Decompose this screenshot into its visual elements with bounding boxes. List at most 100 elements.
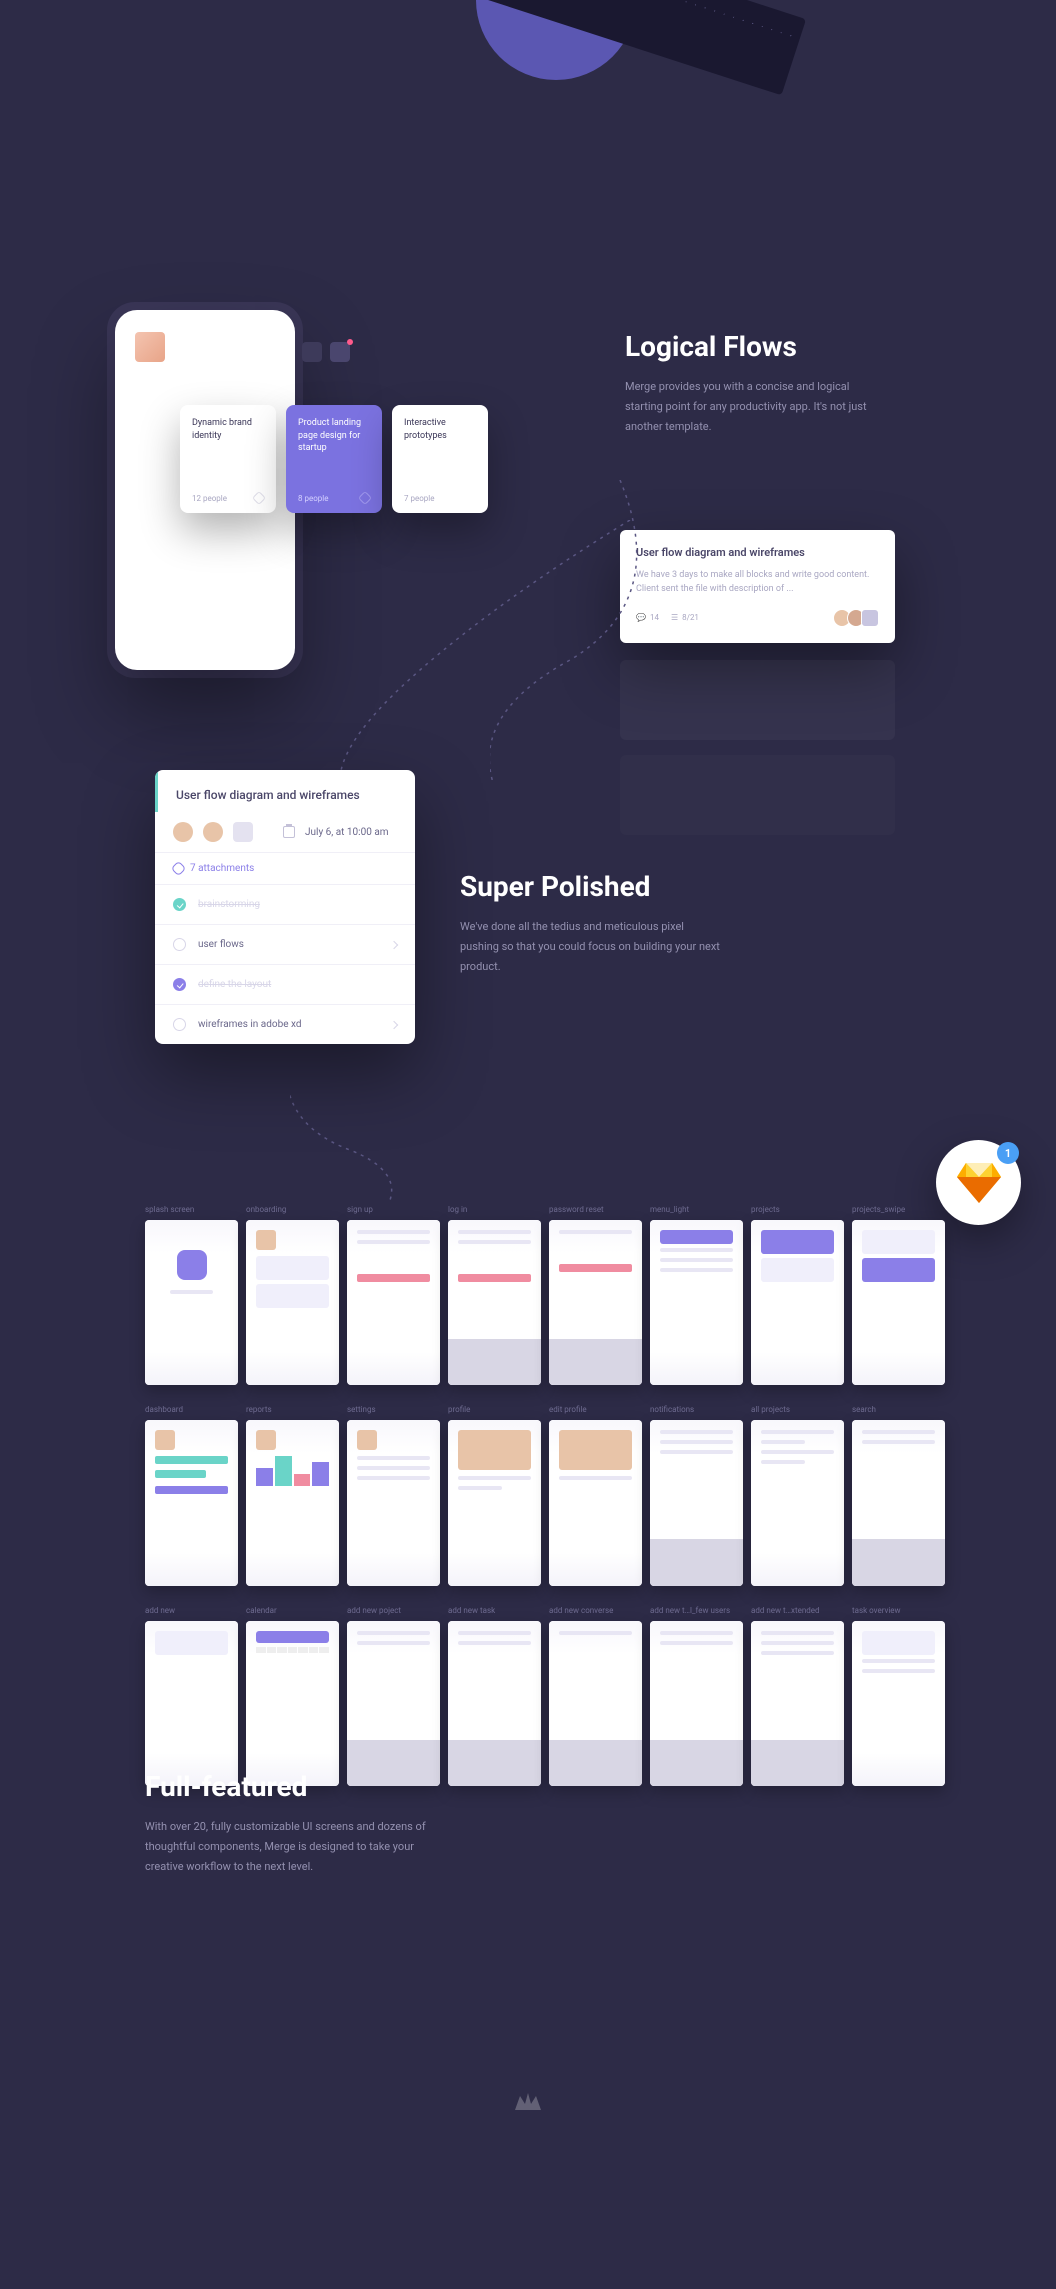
chevron-right-icon (390, 940, 398, 948)
checkbox-icon[interactable] (173, 1018, 186, 1031)
screen-label: edit profile (549, 1405, 642, 1414)
project-card-active[interactable]: Product landing page design for startup … (286, 405, 382, 513)
screen-thumbnail[interactable] (852, 1621, 945, 1786)
screen-thumbnail[interactable] (549, 1220, 642, 1385)
screen-thumbnail[interactable] (145, 1220, 238, 1385)
attachment-icon (252, 491, 266, 505)
screen-thumbnail[interactable] (246, 1420, 339, 1585)
sketch-badge[interactable]: 1 (936, 1140, 1021, 1225)
screen-thumbnail[interactable] (246, 1220, 339, 1385)
checklist-label: define the layout (198, 979, 271, 990)
screen-thumbnail[interactable] (246, 1621, 339, 1786)
section-body: With over 20, fully customizable UI scre… (145, 1817, 435, 1876)
section-heading: Full-featured (145, 1770, 435, 1803)
screen-label: dashboard (145, 1405, 238, 1414)
screen-label: notifications (650, 1405, 743, 1414)
screen-thumbnail[interactable] (448, 1420, 541, 1585)
card-people: 12 people (192, 494, 227, 503)
task-detail-card: User flow diagram and wireframes July 6,… (155, 770, 415, 1044)
section-body: Merge provides you with a concise and lo… (625, 377, 885, 436)
screen-label: all projects (751, 1405, 844, 1414)
card-title: Product landing page design for startup (298, 417, 370, 493)
card-people: 7 people (404, 494, 434, 503)
screen-label: onboarding (246, 1205, 339, 1214)
avatar (135, 332, 165, 362)
card-people: 8 people (298, 494, 328, 503)
screen-label: add new task (448, 1606, 541, 1615)
detail-title: User flow diagram and wireframes (176, 788, 397, 802)
project-cards-row: Dynamic brand identity 12 people Product… (180, 405, 488, 513)
screen-label: log in (448, 1205, 541, 1214)
screen-label: search (852, 1405, 945, 1414)
card-title: Interactive prototypes (404, 417, 476, 494)
screen-label: splash screen (145, 1205, 238, 1214)
merge-logo (515, 2090, 541, 2110)
grid-icon (302, 342, 322, 362)
section-heading: Super Polished (460, 870, 720, 903)
screen-label: projects_swipe (852, 1205, 945, 1214)
screen-label: settings (347, 1405, 440, 1414)
dotted-connector (290, 1040, 410, 1200)
screen-label: task overview (852, 1606, 945, 1615)
checklist-item[interactable]: brainstorming (155, 884, 415, 924)
screen-label: add new t…xtended (751, 1606, 844, 1615)
attachment-icon (358, 491, 372, 505)
screen-thumbnail[interactable] (448, 1220, 541, 1385)
add-assignee-button[interactable] (233, 822, 253, 842)
screen-thumbnail[interactable] (145, 1621, 238, 1786)
chevron-right-icon (390, 1020, 398, 1028)
screen-label: profile (448, 1405, 541, 1414)
project-card[interactable]: Dynamic brand identity 12 people (180, 405, 276, 513)
full-featured-text: Full-featured With over 20, fully custom… (145, 1770, 435, 1876)
screen-label: add new t…l_few users (650, 1606, 743, 1615)
screen-label: sign up (347, 1205, 440, 1214)
checklist-item[interactable]: define the layout (155, 964, 415, 1004)
screen-thumbnail[interactable] (549, 1621, 642, 1786)
screen-thumbnail[interactable] (650, 1420, 743, 1585)
bell-icon (330, 342, 350, 362)
checklist-item[interactable]: wireframes in adobe xd (155, 1004, 415, 1044)
screen-label: add new (145, 1606, 238, 1615)
screen-thumbnail[interactable] (347, 1621, 440, 1786)
checkbox-icon[interactable] (173, 898, 186, 911)
screens-grid: splash screen onboarding sign up log in pass… (145, 1205, 945, 1806)
detail-meta-row: July 6, at 10:00 am (155, 812, 415, 852)
screen-thumbnail[interactable] (347, 1220, 440, 1385)
screen-thumbnail[interactable] (751, 1621, 844, 1786)
screen-thumbnail[interactable] (347, 1420, 440, 1585)
screen-label: reports (246, 1405, 339, 1414)
avatar (173, 822, 193, 842)
project-card[interactable]: Interactive prototypes 7 people (392, 405, 488, 513)
screen-thumbnail[interactable] (650, 1220, 743, 1385)
screen-thumbnail[interactable] (650, 1621, 743, 1786)
screen-label: calendar (246, 1606, 339, 1615)
sketch-icon (957, 1163, 1001, 1203)
section-heading: Logical Flows (625, 330, 885, 363)
checkbox-icon[interactable] (173, 938, 186, 951)
task-date: July 6, at 10:00 am (305, 827, 389, 838)
screen-thumbnail[interactable] (145, 1420, 238, 1585)
checklist-label: wireframes in adobe xd (198, 1019, 302, 1030)
calendar-icon (283, 826, 295, 838)
checkbox-icon[interactable] (173, 978, 186, 991)
screen-thumbnail[interactable] (751, 1220, 844, 1385)
screen-label: projects (751, 1205, 844, 1214)
screen-label: menu_light (650, 1205, 743, 1214)
card-title: Dynamic brand identity (192, 417, 264, 493)
logical-flows-text: Logical Flows Merge provides you with a … (625, 330, 885, 436)
screen-thumbnail[interactable] (448, 1621, 541, 1786)
attachments-row[interactable]: 7 attachments (155, 852, 415, 884)
dotted-connector (340, 520, 640, 780)
screen-label: add new poject (347, 1606, 440, 1615)
screen-thumbnail[interactable] (852, 1420, 945, 1585)
screen-label: add new converse (549, 1606, 642, 1615)
checklist-item[interactable]: user flows (155, 924, 415, 964)
attachments-label: 7 attachments (190, 863, 254, 874)
checklist-label: brainstorming (198, 899, 260, 910)
assignee-avatars (837, 609, 879, 627)
avatar (203, 822, 223, 842)
screen-thumbnail[interactable] (852, 1220, 945, 1385)
screen-label: password reset (549, 1205, 642, 1214)
screen-thumbnail[interactable] (751, 1420, 844, 1585)
screen-thumbnail[interactable] (549, 1420, 642, 1585)
